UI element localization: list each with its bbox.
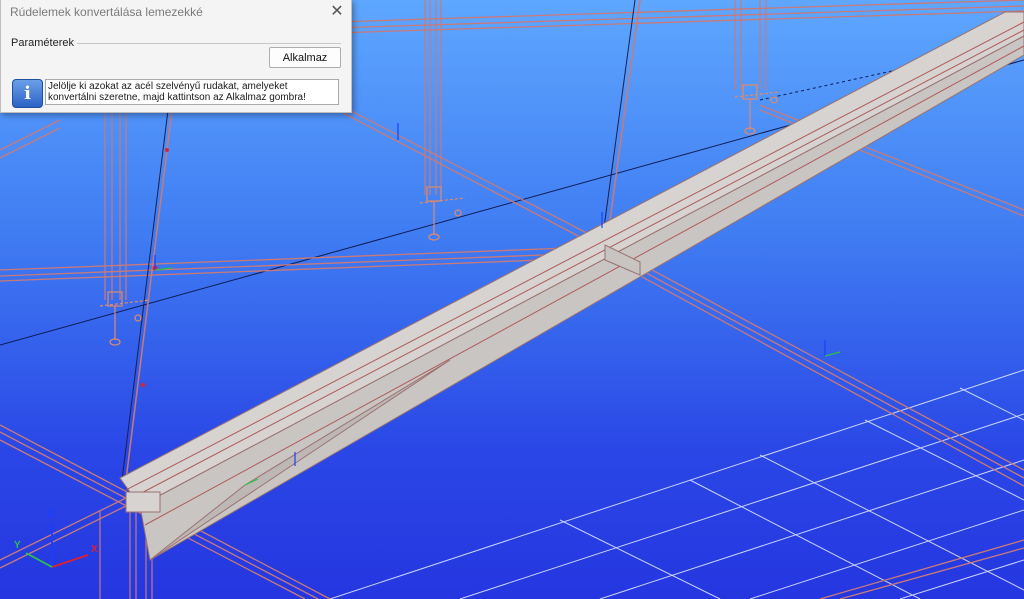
info-icon: i: [12, 79, 43, 108]
floor-grid: [329, 369, 1024, 599]
convert-dialog: Rúdelemek konvertálása lemezekké ✕ Param…: [0, 0, 352, 113]
dialog-title: Rúdelemek konvertálása lemezekké: [10, 5, 203, 19]
apply-button[interactable]: Alkalmaz: [269, 47, 341, 68]
instruction-text: Jelölje ki azokat az acél szelvényű ruda…: [45, 79, 339, 105]
axis-y-label: Y: [14, 540, 21, 551]
close-icon[interactable]: ✕: [327, 2, 347, 20]
axis-x-label: X: [91, 544, 98, 555]
parameters-section-label: Paraméterek: [11, 37, 74, 49]
section-divider: [77, 43, 341, 44]
axis-z-label: Z: [48, 508, 55, 519]
